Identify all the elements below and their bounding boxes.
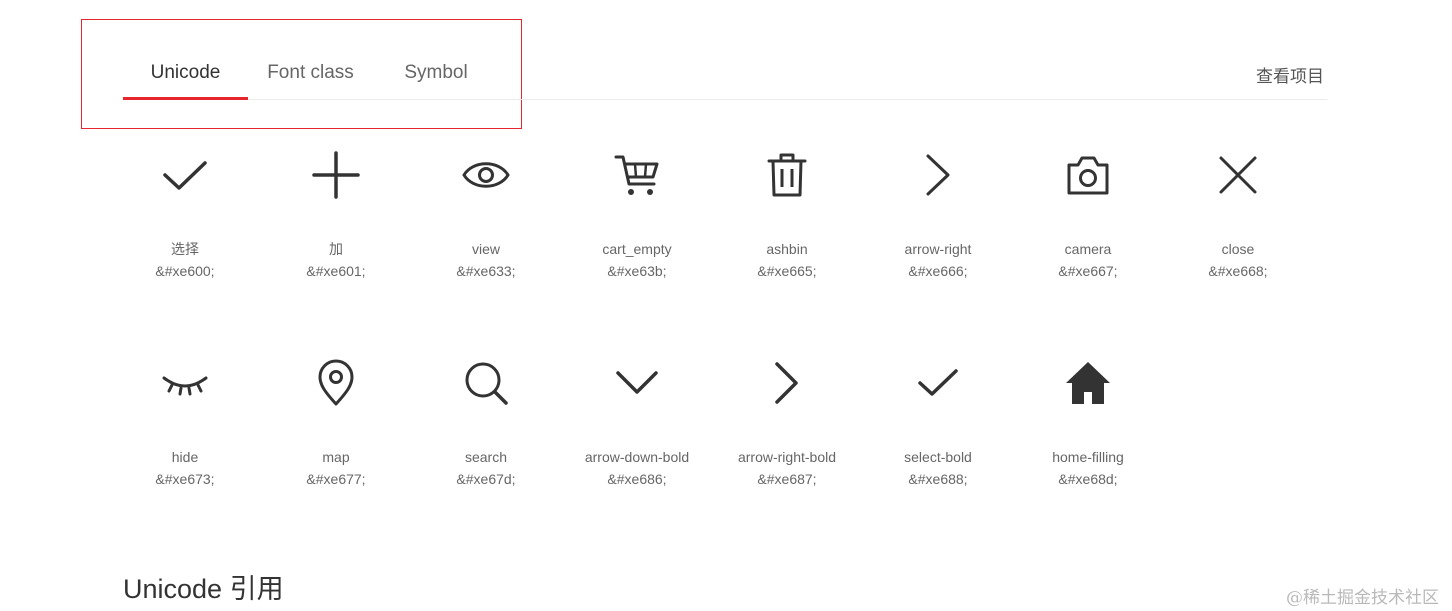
icon-card[interactable]: close &#xe668; [1163, 150, 1313, 282]
icon-code: &#xe667; [1058, 263, 1118, 279]
icon-name: 加 [329, 241, 343, 257]
section-title: Unicode 引用 [123, 574, 284, 604]
icon-name: ashbin [766, 241, 808, 257]
active-tab-underline [123, 97, 248, 100]
chevron-right-icon [926, 154, 950, 196]
icon-name: home-filling [1052, 449, 1124, 465]
icon-code: &#xe668; [1208, 263, 1268, 279]
view-project-link[interactable]: 查看项目 [1256, 62, 1324, 87]
icon-card[interactable]: home-filling &#xe68d; [1013, 358, 1163, 490]
watermark: @稀土掘金技术社区 [1286, 588, 1439, 608]
icon-card[interactable]: arrow-right &#xe666; [863, 150, 1013, 282]
icon-name: close [1221, 241, 1255, 257]
icon-name: arrow-down-bold [584, 449, 690, 465]
icon-name: arrow-right-bold [737, 449, 837, 465]
icon-card[interactable]: 选择 &#xe600; [110, 150, 260, 282]
icon-code: &#xe688; [908, 471, 968, 487]
icon-name: hide [171, 449, 199, 465]
eye-icon [462, 162, 510, 188]
tab-symbol[interactable]: Symbol [388, 60, 484, 100]
eye-closed-icon [162, 376, 208, 396]
icon-code: &#xe68d; [1058, 471, 1118, 487]
icon-name: arrow-right [904, 241, 972, 257]
icon-card[interactable]: camera &#xe667; [1013, 150, 1163, 282]
close-icon [1219, 156, 1257, 194]
trash-icon [767, 153, 807, 197]
icon-card[interactable]: view &#xe633; [411, 150, 561, 282]
icon-code: &#xe600; [155, 263, 215, 279]
icon-code: &#xe687; [757, 471, 817, 487]
icon-card[interactable]: search &#xe67d; [411, 358, 561, 490]
icon-card[interactable]: arrow-right-bold &#xe687; [712, 358, 862, 490]
tab-unicode-label: Unicode [150, 62, 221, 83]
icon-card[interactable]: map &#xe677; [261, 358, 411, 490]
icon-card[interactable]: select-bold &#xe688; [863, 358, 1013, 490]
icon-card[interactable]: hide &#xe673; [110, 358, 260, 490]
check-icon [163, 161, 207, 190]
icon-name: 选择 [171, 241, 199, 257]
icon-code: &#xe63b; [607, 263, 667, 279]
plus-icon [312, 151, 360, 199]
icon-code: &#xe67d; [456, 471, 516, 487]
icon-name: camera [1064, 241, 1112, 257]
tab-font-class-label: Font class [267, 62, 354, 83]
icon-code: &#xe673; [155, 471, 215, 487]
icon-name: cart_empty [602, 241, 672, 257]
icon-code: &#xe677; [306, 471, 366, 487]
tab-unicode[interactable]: Unicode [123, 60, 248, 100]
icon-card[interactable]: ashbin &#xe665; [712, 150, 862, 282]
icon-card[interactable]: cart_empty &#xe63b; [562, 150, 712, 282]
icon-name: map [322, 449, 350, 465]
home-icon [1066, 362, 1110, 404]
cart-icon [614, 155, 659, 195]
chevron-right-bold-icon [775, 362, 798, 404]
icon-name: select-bold [904, 449, 972, 465]
icon-name: view [471, 241, 500, 257]
chevron-down-icon [616, 371, 658, 394]
tab-symbol-label: Symbol [404, 62, 468, 83]
camera-icon [1067, 156, 1109, 195]
icon-code: &#xe633; [456, 263, 516, 279]
icon-code: &#xe666; [908, 263, 968, 279]
icon-code: &#xe665; [757, 263, 817, 279]
map-pin-icon [318, 359, 354, 406]
search-icon [465, 362, 508, 405]
tab-font-class[interactable]: Font class [252, 60, 369, 100]
icon-code: &#xe601; [306, 263, 366, 279]
icon-card[interactable]: arrow-down-bold &#xe686; [562, 358, 712, 490]
icon-name: search [464, 449, 508, 465]
check-bold-icon [918, 369, 958, 396]
icon-card[interactable]: 加 &#xe601; [261, 150, 411, 282]
icon-code: &#xe686; [607, 471, 667, 487]
